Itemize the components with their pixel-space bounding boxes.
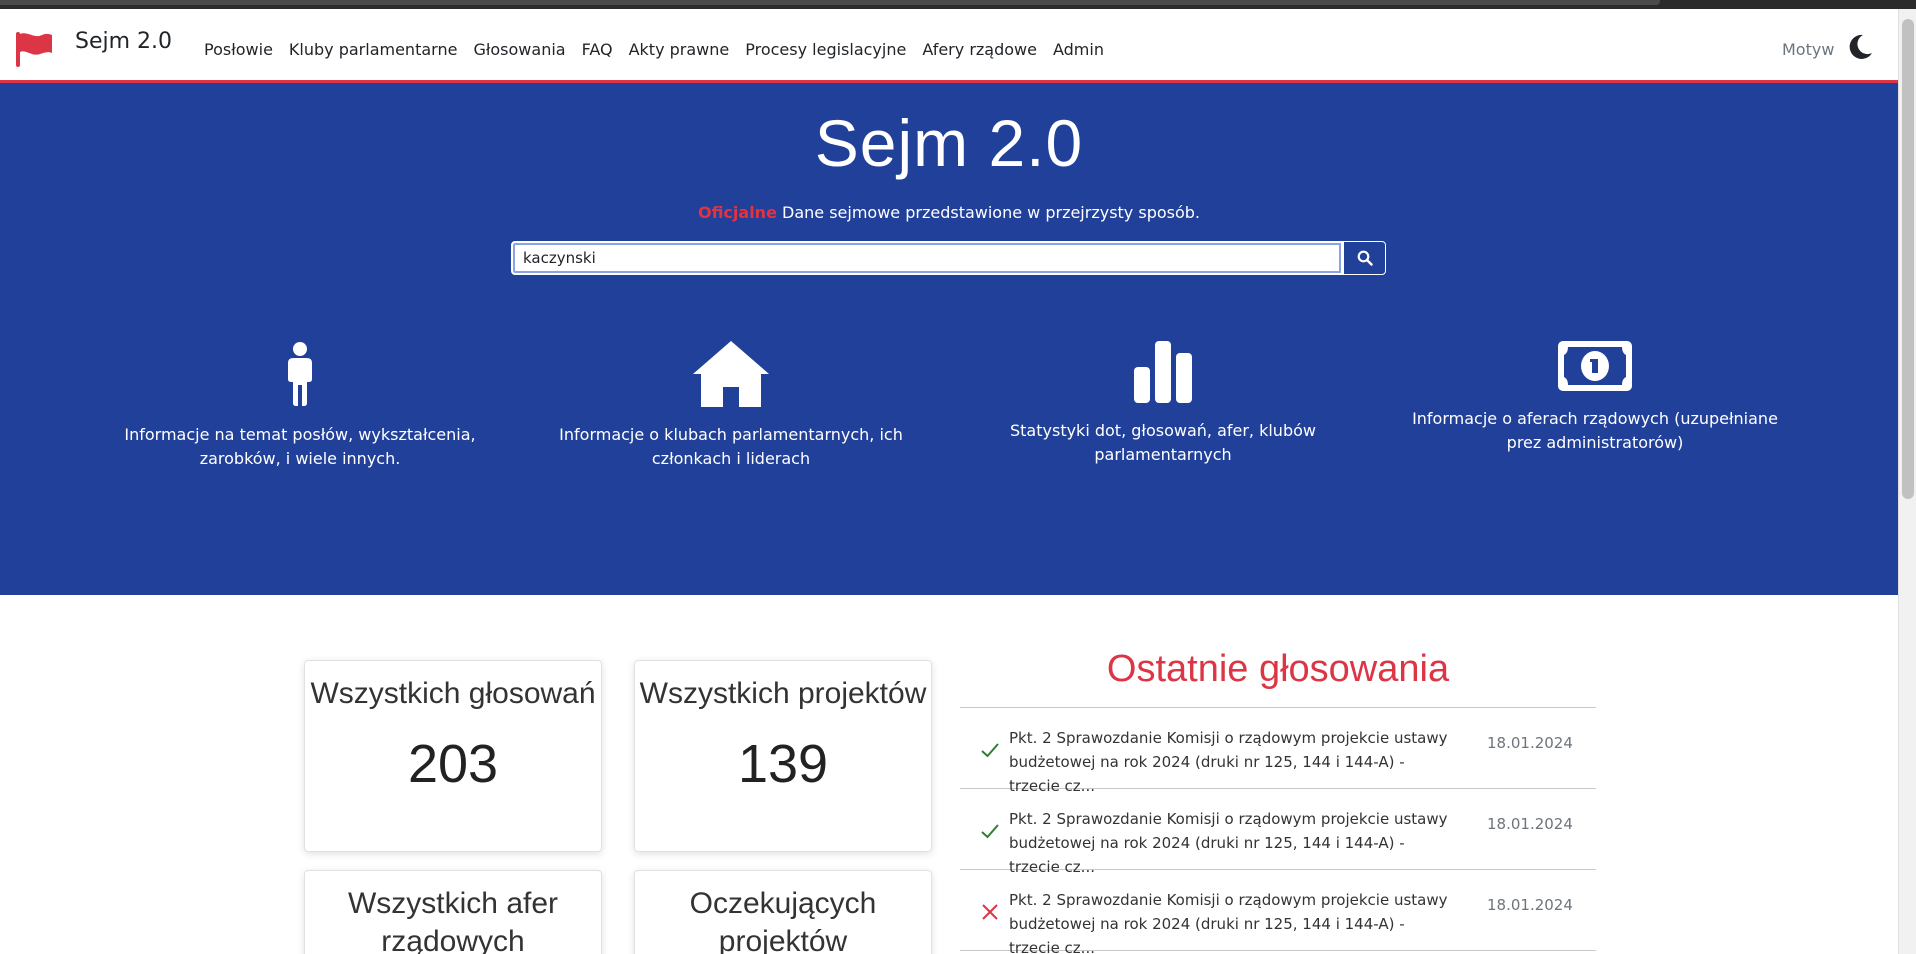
nav-links: Posłowie Kluby parlamentarne Głosowania … bbox=[204, 40, 1120, 59]
stat-card-projekty: Wszystkich projektów 139 bbox=[634, 660, 932, 852]
brand-name[interactable]: Sejm 2.0 bbox=[75, 29, 172, 54]
feature-text: Informacje o aferach rządowych (uzupełni… bbox=[1412, 409, 1778, 452]
stat-label: Wszystkich afer rządowych bbox=[347, 887, 559, 954]
feature-text: Informacje na temat posłów, wykształceni… bbox=[124, 425, 476, 468]
feature-kluby: Informacje o klubach parlamentarnych, ic… bbox=[541, 341, 921, 471]
vote-item[interactable]: Pkt. 2 Sprawozdanie Komisji o rządowym p… bbox=[960, 789, 1596, 876]
scrollbar-thumb[interactable] bbox=[1902, 19, 1914, 499]
navbar: Sejm 2.0 Posłowie Kluby parlamentarne Gł… bbox=[0, 9, 1898, 83]
hero-title: Sejm 2.0 bbox=[814, 106, 1084, 180]
vote-date: 18.01.2024 bbox=[1487, 815, 1573, 833]
recent-votes-title: Ostatnie głosowania bbox=[1106, 648, 1450, 690]
stat-card-oczekujace: Oczekujących projektów bbox=[634, 870, 932, 954]
vote-title[interactable]: Pkt. 2 Sprawozdanie Komisji o rządowym p… bbox=[1009, 726, 1459, 798]
search-input[interactable] bbox=[511, 241, 1343, 275]
money-icon bbox=[1558, 341, 1632, 391]
vote-date: 18.01.2024 bbox=[1487, 734, 1573, 752]
stat-label: Wszystkich projektów bbox=[639, 677, 927, 710]
vote-item[interactable]: Pkt. 2 Sprawozdanie Komisji o rządowym p… bbox=[960, 708, 1596, 795]
theme-label[interactable]: Motyw bbox=[1782, 40, 1834, 59]
vote-title[interactable]: Pkt. 2 Sprawozdanie Komisji o rządowym p… bbox=[1009, 807, 1459, 879]
stat-value: 139 bbox=[737, 734, 829, 794]
browser-top-strip bbox=[0, 0, 1916, 9]
feature-text: Statystyki dot, głosowań, afer, klubów p… bbox=[1010, 421, 1316, 464]
feature-afery: Informacje o aferach rządowych (uzupełni… bbox=[1405, 341, 1785, 455]
browser-tab-highlight bbox=[0, 0, 1660, 5]
house-icon bbox=[693, 341, 769, 407]
stat-label: Oczekujących projektów bbox=[689, 887, 877, 954]
stat-value: 203 bbox=[407, 734, 499, 794]
flag-icon[interactable] bbox=[14, 29, 54, 69]
nav-item-procesy[interactable]: Procesy legislacyjne bbox=[745, 40, 906, 59]
moon-icon[interactable] bbox=[1846, 33, 1874, 61]
nav-item-faq[interactable]: FAQ bbox=[582, 40, 613, 59]
page-scrollbar[interactable] bbox=[1898, 9, 1916, 954]
nav-item-afery[interactable]: Afery rządowe bbox=[922, 40, 1037, 59]
nav-item-admin[interactable]: Admin bbox=[1053, 40, 1104, 59]
nav-item-glosowania[interactable]: Głosowania bbox=[473, 40, 565, 59]
search-bar bbox=[511, 241, 1386, 275]
feature-statystyki: Statystyki dot, głosowań, afer, klubów p… bbox=[973, 341, 1353, 467]
stat-label: Wszystkich głosowań bbox=[310, 677, 596, 710]
stat-card-afery: Wszystkich afer rządowych bbox=[304, 870, 602, 954]
hero-section: Sejm 2.0 Oficjalne Dane sejmowe przedsta… bbox=[0, 83, 1898, 595]
feature-text: Informacje o klubach parlamentarnych, ic… bbox=[559, 425, 903, 468]
cross-icon bbox=[982, 904, 998, 920]
vote-item[interactable]: Pkt. 2 Sprawozdanie Komisji o rządowym p… bbox=[960, 870, 1596, 954]
bar-chart-icon bbox=[1134, 341, 1192, 403]
check-icon bbox=[981, 824, 999, 839]
check-icon bbox=[981, 743, 999, 758]
recent-votes-list: Pkt. 2 Sprawozdanie Komisji o rządowym p… bbox=[960, 707, 1596, 954]
search-icon bbox=[1357, 250, 1373, 266]
stat-card-glosowania: Wszystkich głosowań 203 bbox=[304, 660, 602, 852]
hero-subtitle-text: Dane sejmowe przedstawione w przejrzysty… bbox=[776, 203, 1201, 222]
feature-poslowie: Informacje na temat posłów, wykształceni… bbox=[110, 341, 490, 471]
vote-title[interactable]: Pkt. 2 Sprawozdanie Komisji o rządowym p… bbox=[1009, 888, 1459, 954]
search-button[interactable] bbox=[1343, 241, 1386, 275]
nav-item-poslowie[interactable]: Posłowie bbox=[204, 40, 273, 59]
vote-date: 18.01.2024 bbox=[1487, 896, 1573, 914]
person-icon bbox=[288, 342, 312, 406]
nav-item-kluby[interactable]: Kluby parlamentarne bbox=[289, 40, 458, 59]
hero-subtitle: Oficjalne Dane sejmowe przedstawione w p… bbox=[0, 203, 1898, 222]
hero-subtitle-accent: Oficjalne bbox=[697, 203, 777, 222]
nav-item-akty-prawne[interactable]: Akty prawne bbox=[629, 40, 730, 59]
